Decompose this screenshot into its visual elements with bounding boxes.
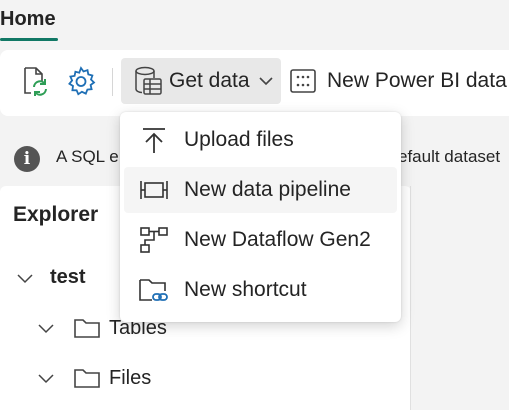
folder-icon xyxy=(73,316,101,340)
get-data-button[interactable]: Get data xyxy=(121,58,281,104)
tab-home[interactable]: Home xyxy=(0,8,56,31)
folder-link-icon xyxy=(132,272,176,308)
chevron-down-icon[interactable] xyxy=(37,322,57,334)
pipeline-icon xyxy=(132,172,176,208)
info-text-left: A SQL e xyxy=(56,147,119,166)
dataflow-icon xyxy=(132,222,176,258)
dataset-grid-icon xyxy=(288,66,318,96)
tree-item-label: Files xyxy=(109,366,152,389)
get-data-dropdown-menu: Upload files New data pipeline New Dataf… xyxy=(120,112,401,322)
explorer-title: Explorer xyxy=(13,203,99,226)
info-icon: i xyxy=(14,146,40,172)
gear-icon[interactable] xyxy=(63,63,99,99)
database-table-icon xyxy=(133,65,163,97)
new-power-bi-dataset-button[interactable]: New Power BI data xyxy=(288,58,507,104)
chevron-down-icon[interactable] xyxy=(16,272,36,284)
get-data-label: Get data xyxy=(169,69,250,92)
chevron-down-icon xyxy=(258,76,274,86)
menu-item-new-data-pipeline[interactable]: New data pipeline xyxy=(124,167,397,213)
menu-item-label: Upload files xyxy=(184,128,294,151)
tree-item-test[interactable]: test xyxy=(16,266,86,289)
chevron-down-icon[interactable] xyxy=(37,372,57,384)
menu-item-label: New Dataflow Gen2 xyxy=(184,228,371,251)
menu-item-label: New shortcut xyxy=(184,278,307,301)
menu-item-new-dataflow-gen2[interactable]: New Dataflow Gen2 xyxy=(124,217,397,263)
tree-item-files[interactable]: Files xyxy=(37,366,151,390)
menu-item-label: New data pipeline xyxy=(184,178,351,201)
tree-item-label: test xyxy=(50,266,86,288)
refresh-document-icon[interactable] xyxy=(16,63,52,99)
info-text-right: efault dataset xyxy=(398,147,501,166)
new-power-bi-dataset-label: New Power BI data xyxy=(327,69,507,92)
upload-icon xyxy=(132,122,176,158)
toolbar-separator xyxy=(112,68,113,96)
menu-item-new-shortcut[interactable]: New shortcut xyxy=(124,267,397,313)
menu-item-upload-files[interactable]: Upload files xyxy=(124,117,397,163)
tab-home-underline xyxy=(0,38,58,41)
tab-bar: Home xyxy=(0,0,509,46)
folder-icon xyxy=(73,366,101,390)
explorer-divider xyxy=(410,186,411,410)
ribbon-toolbar: Get data New Power BI data xyxy=(0,50,509,116)
